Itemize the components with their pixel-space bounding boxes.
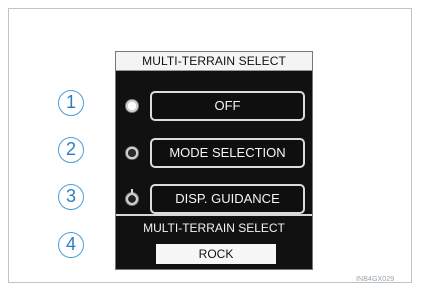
info-value: ROCK (156, 244, 276, 264)
mode-selection-button[interactable]: MODE SELECTION (150, 138, 305, 168)
disp-guidance-button[interactable]: DISP. GUIDANCE (150, 184, 305, 214)
multi-terrain-panel: MULTI-TERRAIN SELECT OFF MODE SELECTION … (115, 51, 313, 270)
figure-code: INB4GX029 (356, 276, 395, 283)
info-label: MULTI-TERRAIN SELECT (143, 221, 285, 235)
panel-divider (116, 214, 312, 216)
led-unlit-icon (125, 146, 139, 160)
callout-1: 1 (58, 90, 84, 116)
callout-3: 3 (58, 184, 84, 210)
dial-indicator-icon (125, 189, 139, 206)
callout-2: 2 (58, 137, 84, 163)
off-button[interactable]: OFF (150, 91, 305, 121)
led-lit-icon (125, 99, 139, 113)
callout-4: 4 (58, 232, 84, 258)
panel-title: MULTI-TERRAIN SELECT (116, 52, 312, 71)
